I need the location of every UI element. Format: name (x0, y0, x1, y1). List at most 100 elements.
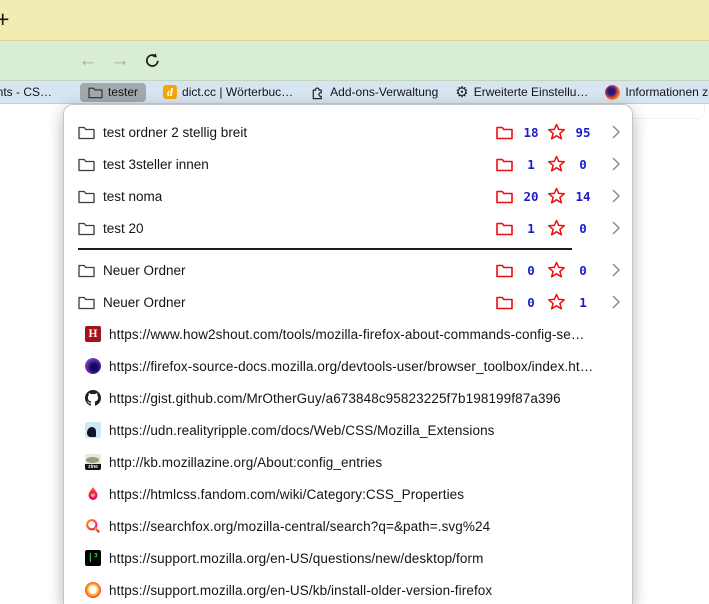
bookmark-url: https://udn.realityripple.com/docs/Web/C… (109, 423, 495, 438)
star-icon (547, 155, 566, 173)
bookmark-row[interactable]: https://htmlcss.fandom.com/wiki/Category… (64, 478, 632, 510)
bookmark-label: Informationen zur F… (625, 85, 709, 99)
bookmark-row[interactable]: |³ https://support.mozilla.org/en-US/que… (64, 542, 632, 574)
subfolder-count-icon (496, 295, 513, 310)
chevron-right-icon (612, 157, 620, 171)
chevron-right-icon (612, 295, 620, 309)
folder-label: test noma (103, 189, 162, 204)
subfolder-count: 0 (517, 263, 545, 278)
folder-label: test 3steller innen (103, 157, 209, 172)
bookmark-toolbar-item-addons[interactable]: Add-ons-Verwaltung (310, 85, 438, 100)
bookmark-label: Erweiterte Einstellu… (474, 85, 589, 99)
folder-label: Neuer Ordner (103, 295, 186, 310)
chevron-right-icon (612, 189, 620, 203)
bookmark-toolbar-item-settings[interactable]: ⚙ Erweiterte Einstellu… (455, 85, 588, 100)
folder-row[interactable]: Neuer Ordner 0 0 (64, 254, 632, 286)
star-icon (547, 293, 566, 311)
star-icon (547, 123, 566, 141)
bookmark-label: dict.cc | Wörterbuc… (182, 85, 293, 99)
bookmark-count: 95 (568, 125, 598, 140)
folder-row[interactable]: test noma 20 14 (64, 180, 632, 212)
chevron-right-icon (612, 263, 620, 277)
bookmark-row[interactable]: https://gist.github.com/MrOtherGuy/a6738… (64, 382, 632, 414)
bookmark-row[interactable]: https://firefox-source-docs.mozilla.org/… (64, 350, 632, 382)
realityripple-icon (85, 422, 101, 438)
bookmark-row[interactable]: H https://www.how2shout.com/tools/mozill… (64, 318, 632, 350)
folder-group-top: test ordner 2 stellig breit 18 95 test 3… (64, 116, 632, 244)
subfolder-count-icon (496, 125, 513, 140)
reload-icon (144, 52, 161, 69)
folder-icon (78, 157, 95, 172)
bookmark-row[interactable]: https://searchfox.org/mozilla-central/se… (64, 510, 632, 542)
fandom-icon (85, 486, 101, 502)
bookmark-url: https://support.mozilla.org/en-US/kb/ins… (109, 583, 492, 598)
bookmark-list: H https://www.how2shout.com/tools/mozill… (64, 318, 632, 604)
github-icon (85, 390, 101, 406)
folder-icon (78, 295, 95, 310)
bookmark-url: https://searchfox.org/mozilla-central/se… (109, 519, 490, 534)
bookmark-row[interactable]: https://udn.realityripple.com/docs/Web/C… (64, 414, 632, 446)
browser-window: { "tab_bar": { "new_tab_button": "+" }, … (0, 0, 709, 604)
folder-icon (88, 86, 103, 99)
dict-logo-icon: d (163, 85, 177, 99)
folder-icon (78, 221, 95, 236)
reload-button[interactable] (136, 52, 168, 69)
star-icon (547, 219, 566, 237)
puzzle-icon (310, 85, 325, 100)
bookmark-url: http://kb.mozillazine.org/About:config_e… (109, 455, 382, 470)
navigation-toolbar: ← → (0, 41, 709, 81)
firefox-logo-icon (605, 85, 620, 100)
bookmarks-toolbar: ents - CS… tester d dict.cc | Wörterbuc…… (0, 81, 709, 104)
new-tab-button[interactable]: + (0, 6, 9, 33)
bookmark-url: https://www.how2shout.com/tools/mozilla-… (109, 327, 584, 342)
folder-row[interactable]: test 20 1 0 (64, 212, 632, 244)
bookmark-row[interactable]: https://support.mozilla.org/en-US/kb/ins… (64, 574, 632, 604)
bookmark-url: https://gist.github.com/MrOtherGuy/a6738… (109, 391, 561, 406)
firefox-docs-icon (85, 358, 101, 374)
subfolder-count-icon (496, 221, 513, 236)
bookmark-toolbar-item-dict[interactable]: d dict.cc | Wörterbuc… (163, 85, 293, 99)
subfolder-count: 20 (517, 189, 545, 204)
bookmark-toolbar-item-tester[interactable]: tester (80, 83, 146, 102)
searchfox-icon (85, 518, 101, 534)
star-icon (547, 187, 566, 205)
subfolder-count: 18 (517, 125, 545, 140)
subfolder-count-icon (496, 157, 513, 172)
chevron-right-icon (612, 125, 620, 139)
folder-icon (78, 125, 95, 140)
bookmark-toolbar-item-firefox-info[interactable]: Informationen zur F… (605, 85, 709, 100)
subfolder-count-icon (496, 263, 513, 278)
bookmark-row[interactable]: zine http://kb.mozillazine.org/About:con… (64, 446, 632, 478)
mozillazine-icon: zine (85, 454, 101, 470)
folder-group-bottom: Neuer Ordner 0 0 Neuer Ordner 0 1 (64, 254, 632, 318)
chevron-right-icon (612, 221, 620, 235)
bookmark-label: tester (108, 85, 138, 99)
star-icon (547, 261, 566, 279)
bookmark-count: 0 (568, 263, 598, 278)
subfolder-count-icon (496, 189, 513, 204)
folder-row[interactable]: test 3steller innen 1 0 (64, 148, 632, 180)
folder-label: Neuer Ordner (103, 263, 186, 278)
mozilla-support-icon: |³ (85, 550, 101, 566)
bookmark-count: 1 (568, 295, 598, 310)
bookmark-toolbar-item-documents[interactable]: ents - CS… (0, 85, 52, 99)
subfolder-count: 0 (517, 295, 545, 310)
menu-separator (78, 248, 572, 250)
tab-bar: + (0, 0, 709, 41)
bookmark-count: 14 (568, 189, 598, 204)
bookmark-count: 0 (568, 157, 598, 172)
folder-row[interactable]: Neuer Ordner 0 1 (64, 286, 632, 318)
folder-row[interactable]: test ordner 2 stellig breit 18 95 (64, 116, 632, 148)
folder-icon (78, 263, 95, 278)
bookmark-url: https://firefox-source-docs.mozilla.org/… (109, 359, 593, 374)
back-button[interactable]: ← (72, 51, 104, 70)
folder-label: test 20 (103, 221, 144, 236)
bookmark-url: https://htmlcss.fandom.com/wiki/Category… (109, 487, 464, 502)
bookmark-label: Add-ons-Verwaltung (330, 85, 438, 99)
bookmark-label: ents - CS… (0, 85, 52, 99)
bookmark-count: 0 (568, 221, 598, 236)
how2shout-icon: H (85, 326, 101, 342)
forward-button[interactable]: → (104, 51, 136, 70)
subfolder-count: 1 (517, 157, 545, 172)
bookmarks-dropdown-panel: test ordner 2 stellig breit 18 95 test 3… (63, 104, 633, 604)
